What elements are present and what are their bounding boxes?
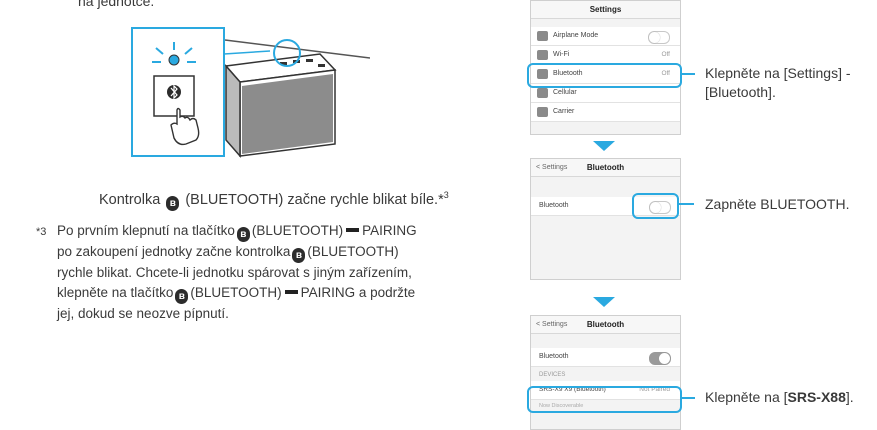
instruction-text: Klepněte na [ (705, 389, 788, 405)
speaker-illustration (131, 27, 370, 158)
screen-title: Settings (589, 5, 622, 14)
airplane-toggle[interactable] (648, 31, 670, 44)
footnote-text: klepněte na tlačítko (57, 284, 174, 300)
instruction-text: ]. (845, 389, 854, 405)
bluetooth-row-highlight (527, 63, 682, 88)
instruction-2: Zapněte BLUETOOTH. (705, 196, 850, 212)
footnote-text: Po prvním klepnutí na tlačítko (57, 223, 235, 238)
row-label: Carrier (553, 108, 575, 115)
airplane-icon (537, 31, 548, 41)
wifi-icon (537, 50, 548, 60)
footnote: Po prvním klepnutí na tlačítko ʙ (BLUETOOT… (57, 221, 477, 323)
leader-line (678, 203, 694, 205)
bluetooth-header: < Settings Bluetooth (531, 159, 680, 177)
settings-row-airplane[interactable]: Airplane Mode (531, 27, 680, 46)
device-row-highlight (527, 386, 682, 413)
instruction-text: [Bluetooth]. (705, 84, 776, 100)
status-caption: Kontrolka ʙ (BLUETOOTH) začne rychle bli… (99, 186, 449, 211)
leader-line (681, 397, 695, 399)
row-label: Bluetooth (539, 202, 569, 209)
bluetooth-header: < Settings Bluetooth (531, 316, 680, 334)
footnote-text: PAIRING (362, 223, 417, 238)
bluetooth-toggle[interactable] (649, 352, 671, 365)
settings-row-carrier[interactable]: Carrier (531, 103, 680, 122)
back-link[interactable]: < Settings (536, 316, 567, 333)
dash-icon (346, 228, 360, 232)
cellular-icon (537, 88, 548, 98)
instruction-text: Klepněte na [Settings] - (705, 65, 851, 81)
dash-icon (284, 289, 298, 294)
footnote-ref: 3 (443, 190, 449, 200)
footnote-mark: *3 (36, 226, 47, 238)
footnote-text: (BLUETOOTH) (307, 244, 399, 259)
toggle-highlight (632, 193, 679, 219)
carrier-icon (537, 107, 548, 117)
step-arrow (593, 141, 615, 151)
caption-text: Kontrolka (99, 191, 161, 208)
bluetooth-screen: < Settings Bluetooth Bluetooth (530, 158, 681, 280)
footnote-text: jej, dokud se neozve pípnutí. (57, 305, 229, 321)
footnote-text: (BLUETOOTH) (251, 223, 344, 238)
back-link[interactable]: < Settings (536, 159, 567, 176)
bluetooth-icon: ʙ (236, 227, 250, 242)
settings-header: Settings (531, 1, 680, 19)
devices-label: DEVICES (539, 372, 566, 378)
leader-line (681, 73, 695, 75)
bluetooth-icon: ʙ (292, 248, 306, 263)
row-label: Bluetooth (539, 353, 569, 360)
step-arrow (593, 297, 615, 307)
bluetooth-icon: ʙ (166, 195, 180, 211)
instruction-3: Klepněte na [SRS-X88]. (705, 388, 854, 407)
row-label: Wi-Fi (553, 51, 570, 58)
row-label: Cellular (553, 89, 577, 96)
footnote-text: rychle blikat. Chcete-li jednotku spárov… (57, 265, 412, 280)
footnote-text: PAIRING a podržte (300, 284, 416, 300)
caption-text-2: (BLUETOOTH) začne rychle blikat bíle.* (185, 191, 444, 208)
bluetooth-icon: ʙ (175, 288, 189, 304)
instruction-1: Klepněte na [Settings] - [Bluetooth]. (705, 64, 851, 102)
device-model: SRS-X88 (787, 389, 846, 405)
row-value: Off (661, 51, 670, 58)
footnote-text: po zakoupení jednotky začne kontrolka (57, 244, 291, 259)
bluetooth-row: Bluetooth (531, 348, 680, 367)
top-text-fragment: na jednotce. (78, 0, 155, 9)
footnote-text: (BLUETOOTH) (190, 284, 282, 300)
screen-title: Bluetooth (586, 320, 625, 329)
row-label: Airplane Mode (553, 32, 599, 39)
screen-title: Bluetooth (586, 163, 625, 172)
